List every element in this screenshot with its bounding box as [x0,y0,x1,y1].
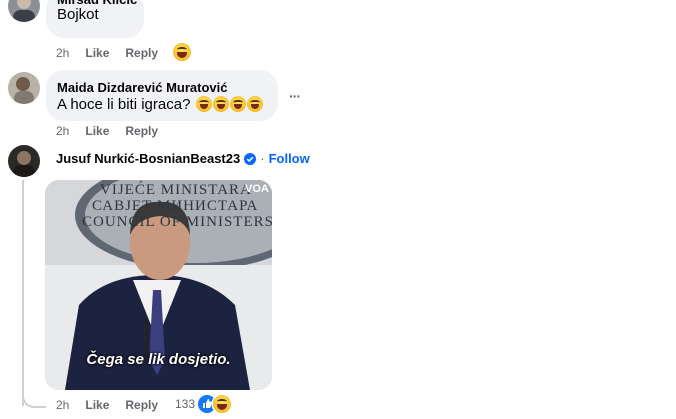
laughing-emoji-icon [229,96,246,112]
thread-curve [22,380,46,408]
comment-actions: 2h Like Reply [56,45,158,61]
gif-logo: VOA [245,183,269,195]
thread-line [22,180,24,406]
gif-sign-line: САВЈЕТ МИНИСТАРА [92,198,259,214]
separator-dot: · [260,151,265,166]
comment-header: Jusuf Nurkić-BosnianBeast23 · Follow [56,151,310,167]
laughing-emoji-icon [212,96,229,112]
laughing-reaction-icon [213,395,232,413]
more-options-button[interactable]: ··· [289,88,301,104]
reply-button[interactable]: Reply [125,123,158,139]
comment-actions: 2h Like Reply [56,123,158,139]
gif-sign-line: COUNCIL OF MINISTERS [82,214,272,230]
comment-time[interactable]: 2h [56,397,69,413]
like-button[interactable]: Like [85,123,109,139]
reactions-summary[interactable]: 133 [175,395,232,413]
follow-button[interactable]: Follow [269,151,310,167]
comment-bubble: Mirsad Klicic Bojkot [46,0,144,38]
comment-author[interactable]: Maida Dizdarević Muratović [57,80,228,96]
avatar[interactable] [8,72,40,104]
reply-button[interactable]: Reply [125,45,158,61]
verified-badge-icon [244,153,257,165]
reaction-count: 133 [175,397,196,411]
like-button[interactable]: Like [85,397,109,413]
comment-actions: 2h Like Reply [56,397,158,413]
comment-bubble: Maida Dizdarević Muratović A hoce li bit… [46,70,278,121]
laughing-reaction-icon[interactable] [173,43,191,61]
comment-text-content: A hoce li biti igraca? [57,96,191,113]
laughing-emoji-icon [195,96,212,112]
gif-image[interactable]: VIJEĆE MINISTARA САВЈЕТ МИНИСТАРА COUNCI… [45,180,272,390]
avatar[interactable] [8,0,40,22]
comment-text: Bojkot [57,6,99,23]
avatar[interactable] [8,145,40,177]
gif-caption: Čega se lik dosjetio. [86,351,231,368]
laughing-emoji-icon [246,96,263,112]
like-button[interactable]: Like [85,45,109,61]
reply-button[interactable]: Reply [125,397,158,413]
comment-time[interactable]: 2h [56,123,69,139]
comment-author[interactable]: Jusuf Nurkić-BosnianBeast23 [56,151,240,167]
comment-time[interactable]: 2h [56,45,69,61]
comment-text: A hoce li biti igraca? [57,95,263,115]
